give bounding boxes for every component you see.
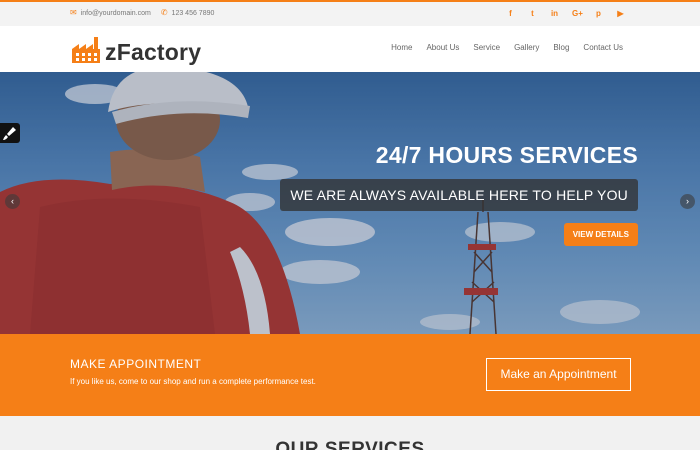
services-section: OUR SERVICES bbox=[0, 416, 700, 450]
appointment-text: If you like us, come to our shop and run… bbox=[70, 377, 316, 386]
hero-slider: 24/7 HOURS SERVICES WE ARE ALWAYS AVAILA… bbox=[0, 72, 700, 334]
phone-icon: ✆ bbox=[160, 8, 168, 17]
logo-text: zFactory bbox=[105, 39, 202, 65]
factory-logo-icon bbox=[72, 37, 100, 63]
appointment-title: MAKE APPOINTMENT bbox=[70, 357, 202, 371]
hero-title: 24/7 HOURS SERVICES bbox=[375, 142, 638, 168]
nav-service[interactable]: Service bbox=[473, 43, 500, 53]
services-title: OUR SERVICES bbox=[275, 439, 425, 450]
slider-next-arrow-icon[interactable]: › bbox=[680, 194, 695, 209]
paintbrush-icon[interactable] bbox=[0, 123, 20, 143]
make-appointment-button[interactable]: Make an Appointment bbox=[486, 358, 631, 391]
nav-blog[interactable]: Blog bbox=[553, 43, 569, 53]
envelope-icon: ✉ bbox=[70, 8, 77, 17]
nav-home[interactable]: Home bbox=[391, 43, 412, 53]
phone-item[interactable]: ✆ 123 456 7890 bbox=[161, 9, 215, 17]
contact-info: ✉ info@yourdomain.com ✆ 123 456 7890 bbox=[70, 9, 224, 17]
hero-subtitle: WE ARE ALWAYS AVAILABLE HERE TO HELP YOU bbox=[280, 179, 638, 211]
youtube-icon[interactable]: ▶ bbox=[616, 8, 625, 19]
email-text: info@yourdomain.com bbox=[80, 9, 151, 17]
site-header: zFactory Home About Us Service Gallery B… bbox=[0, 26, 700, 72]
top-info-bar: ✉ info@yourdomain.com ✆ 123 456 7890 f t… bbox=[0, 2, 700, 26]
google-plus-icon[interactable]: G+ bbox=[572, 8, 583, 19]
nav-about-us[interactable]: About Us bbox=[426, 43, 459, 53]
view-details-button[interactable]: VIEW DETAILS bbox=[563, 223, 638, 246]
site-logo[interactable]: zFactory bbox=[70, 35, 201, 65]
social-links: f t in G+ p ▶ bbox=[493, 8, 625, 19]
pinterest-icon[interactable]: p bbox=[594, 8, 603, 19]
email-item[interactable]: ✉ info@yourdomain.com bbox=[70, 9, 151, 17]
nav-gallery[interactable]: Gallery bbox=[514, 43, 539, 53]
nav-contact-us[interactable]: Contact Us bbox=[583, 43, 623, 53]
linkedin-icon[interactable]: in bbox=[550, 8, 559, 19]
appointment-band: MAKE APPOINTMENT If you like us, come to… bbox=[0, 334, 700, 416]
phone-text: 123 456 7890 bbox=[171, 9, 215, 17]
facebook-icon[interactable]: f bbox=[506, 8, 515, 19]
twitter-icon[interactable]: t bbox=[528, 8, 537, 19]
main-nav: Home About Us Service Gallery Blog Conta… bbox=[377, 43, 623, 53]
slider-prev-arrow-icon[interactable]: ‹ bbox=[5, 194, 20, 209]
